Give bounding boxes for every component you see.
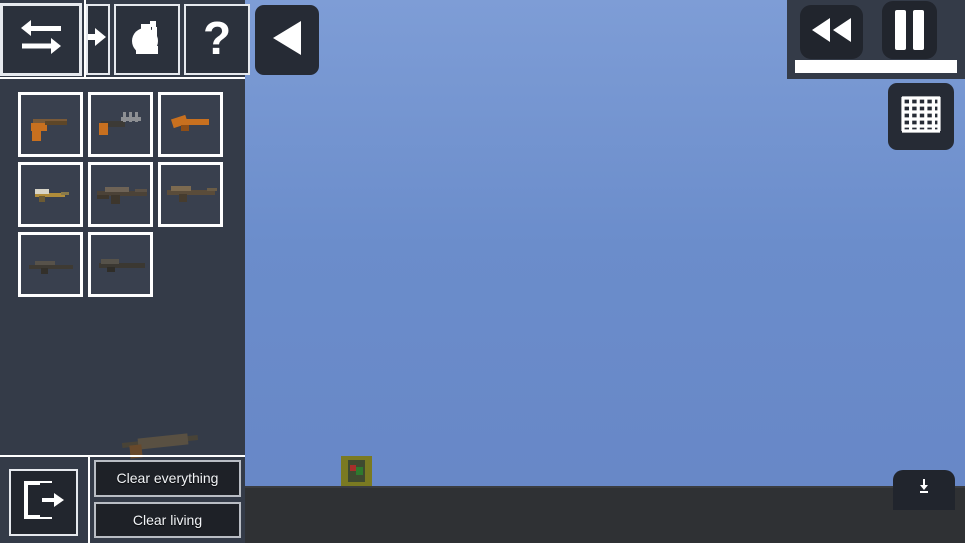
swap-arrows-icon	[17, 16, 65, 63]
sprite-rifle	[91, 165, 150, 224]
sprite-rifle2	[161, 165, 220, 224]
sprite-shotgun	[91, 235, 150, 294]
crate-pixel-green	[356, 467, 363, 475]
sidebar: ? Clear everything Clear living	[0, 0, 250, 543]
sprite-smg	[21, 165, 80, 224]
app-root: ? Clear everything Clear living	[0, 0, 965, 543]
timeline-fill	[795, 60, 957, 73]
item-slot-assault-rifle[interactable]	[88, 162, 153, 227]
scene-entity-crate[interactable]	[341, 456, 372, 486]
toolbar-divider-vertical	[84, 0, 86, 79]
pause-icon	[895, 10, 924, 50]
sprite-sniper	[21, 235, 80, 294]
item-slot-submachine-gun[interactable]	[18, 162, 83, 227]
toolbar-item-swap[interactable]	[0, 3, 82, 76]
pause-button[interactable]	[882, 1, 937, 59]
toolbar-item-grenade[interactable]	[114, 4, 180, 75]
grid-mesh-icon	[900, 93, 942, 140]
triangle-left-icon	[270, 19, 304, 62]
svg-text:?: ?	[203, 14, 231, 60]
item-slot-battle-rifle[interactable]	[158, 162, 223, 227]
item-slot-sniper-rifle[interactable]	[18, 232, 83, 297]
clear-everything-button[interactable]: Clear everything	[94, 460, 241, 497]
arrow-right-icon	[88, 23, 108, 56]
clear-button-group: Clear everything Clear living	[88, 455, 245, 543]
sprite-machine-pistol	[91, 95, 150, 154]
toolbar-item-arrow[interactable]	[86, 4, 110, 75]
question-mark-icon: ?	[197, 12, 237, 65]
rewind-button[interactable]	[800, 5, 863, 59]
item-slot-sawed-off-shotgun[interactable]	[158, 92, 223, 157]
grenade-icon	[124, 15, 170, 64]
download-panel[interactable]	[893, 470, 955, 510]
rewind-icon	[810, 16, 854, 49]
sidebar-toolbar: ?	[0, 0, 250, 79]
playback-panel	[787, 0, 965, 79]
toolbar-item-help[interactable]: ?	[184, 4, 250, 75]
exit-door-icon	[22, 479, 66, 526]
item-slot-pistol[interactable]	[18, 92, 83, 157]
timeline-slider[interactable]	[795, 60, 957, 73]
sprite-pistol	[21, 95, 80, 154]
item-slot-shotgun[interactable]	[88, 232, 153, 297]
sprite-sawed-off	[161, 95, 220, 154]
item-grid	[18, 92, 233, 297]
exit-button[interactable]	[9, 469, 78, 536]
item-slot-machine-pistol[interactable]	[88, 92, 153, 157]
download-icon	[918, 479, 930, 498]
clear-living-button[interactable]: Clear living	[94, 501, 241, 538]
grid-toggle-button[interactable]	[888, 83, 954, 150]
sidebar-footer: Clear everything Clear living	[0, 455, 245, 543]
item-sprite-overflow	[110, 430, 206, 459]
collapse-sidebar-button[interactable]	[255, 5, 319, 75]
toolbar-divider	[0, 77, 245, 79]
